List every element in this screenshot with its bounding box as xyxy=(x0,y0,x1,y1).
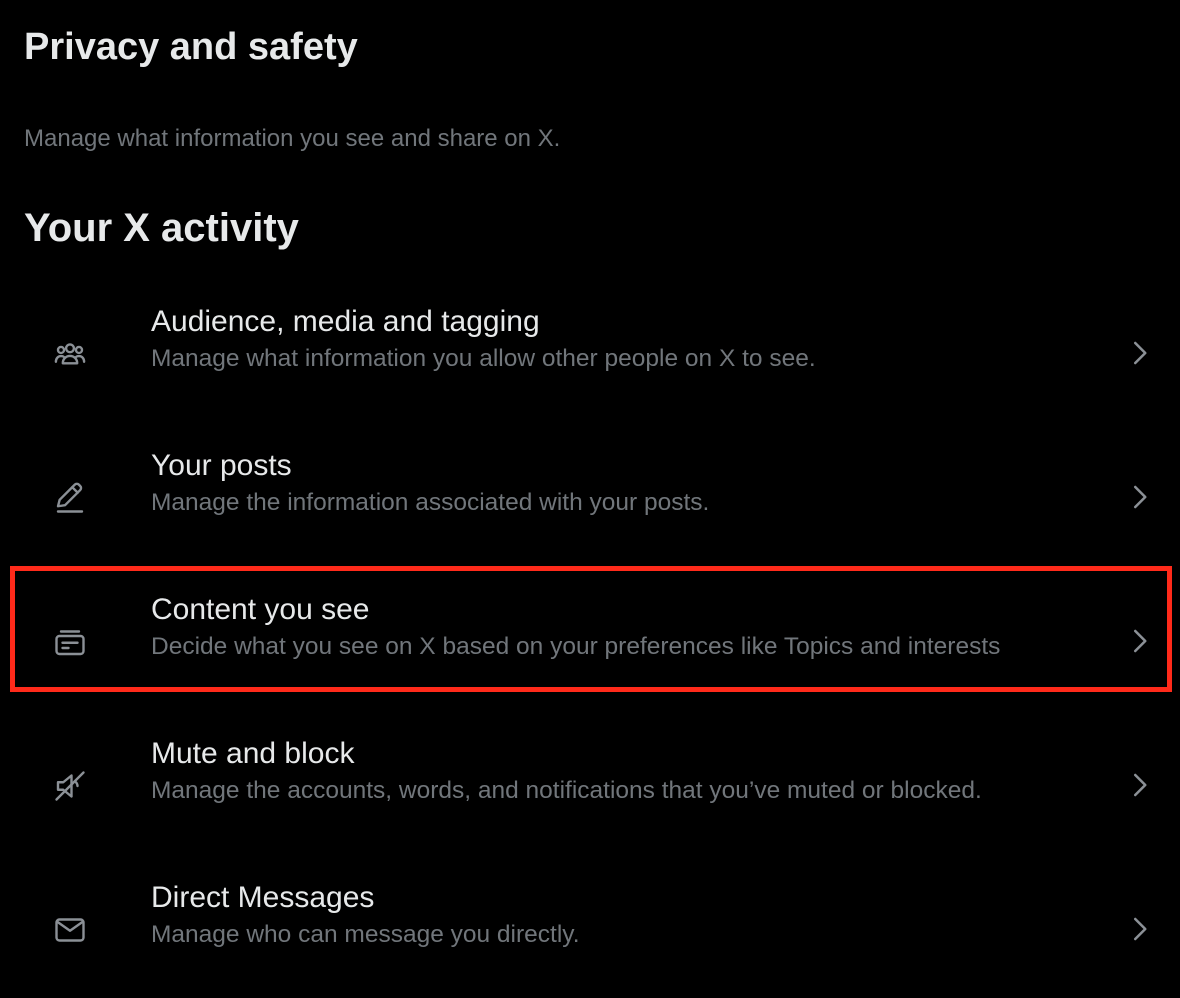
menu-item-description: Decide what you see on X based on your p… xyxy=(151,633,1001,660)
chevron-right-icon xyxy=(1124,768,1154,802)
menu-item-audience-media-tagging[interactable]: Audience, media and tagging Manage what … xyxy=(0,278,1180,422)
menu-item-your-posts[interactable]: Your posts Manage the information associ… xyxy=(0,422,1180,566)
people-icon xyxy=(52,336,88,372)
chevron-right-icon xyxy=(1124,912,1154,946)
menu-item-label: Content you see xyxy=(151,593,370,626)
menu-item-description: Manage the accounts, words, and notifica… xyxy=(151,777,982,804)
menu-item-description: Manage what information you allow other … xyxy=(151,345,816,372)
muted-speaker-icon xyxy=(52,768,88,804)
menu-item-description: Manage who can message you directly. xyxy=(151,921,580,948)
page-subtitle: Manage what information you see and shar… xyxy=(24,125,561,152)
menu-item-label: Audience, media and tagging xyxy=(151,305,540,338)
menu-item-label: Your posts xyxy=(151,449,292,482)
chevron-right-icon xyxy=(1124,336,1154,370)
menu-item-label: Direct Messages xyxy=(151,881,375,914)
chevron-right-icon xyxy=(1124,624,1154,658)
envelope-icon xyxy=(52,912,88,948)
page-title: Privacy and safety xyxy=(24,26,358,68)
pencil-icon xyxy=(52,480,88,516)
menu-item-mute-and-block[interactable]: Mute and block Manage the accounts, word… xyxy=(0,710,1180,854)
content-card-icon xyxy=(52,624,88,660)
menu-item-description: Manage the information associated with y… xyxy=(151,489,710,516)
chevron-right-icon xyxy=(1124,480,1154,514)
menu-item-direct-messages[interactable]: Direct Messages Manage who can message y… xyxy=(0,854,1180,998)
section-title: Your X activity xyxy=(24,206,299,250)
menu-item-content-you-see[interactable]: Content you see Decide what you see on X… xyxy=(0,566,1180,710)
menu-item-label: Mute and block xyxy=(151,737,355,770)
